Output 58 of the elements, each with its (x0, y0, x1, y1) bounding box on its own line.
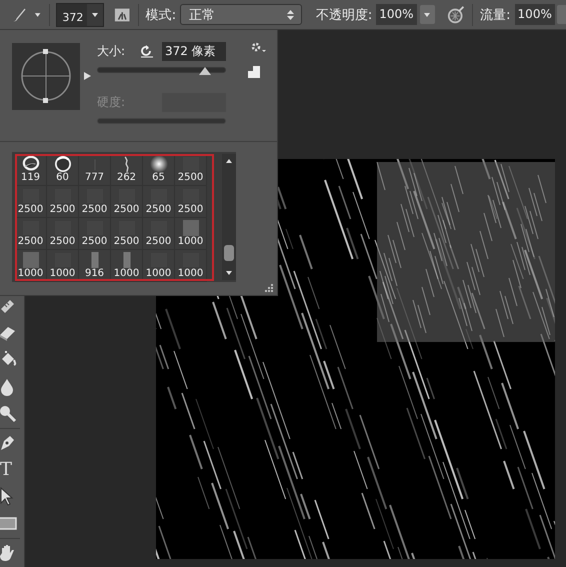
brush-size-value: 1000 (178, 236, 204, 248)
flow-label: 流量: (480, 6, 511, 24)
brush-size-value: 60 (56, 172, 69, 184)
opacity-field[interactable]: 100% (376, 4, 417, 25)
brush-size-value: 1000 (114, 268, 140, 280)
caret-icon[interactable] (423, 12, 432, 18)
resize-grip-icon[interactable] (265, 284, 273, 292)
airbrush-icon[interactable] (447, 4, 466, 24)
brush-size-value: 262 (116, 172, 136, 184)
brush-size-value: 2500 (82, 204, 108, 216)
scroll-up-icon[interactable] (226, 159, 232, 163)
new-preset-icon[interactable] (247, 65, 261, 79)
type-tool-button[interactable]: T (0, 460, 12, 480)
square-brush-thumbnail[interactable] (180, 220, 200, 236)
brush-size-value: 2500 (18, 236, 44, 248)
mode-label: 模式: (146, 6, 176, 24)
flow-field[interactable]: 100% (514, 4, 555, 25)
round-brush-thumbnail[interactable] (20, 156, 40, 172)
brush-size-value: 2500 (146, 236, 172, 248)
bubble-brush-thumbnail[interactable] (52, 156, 72, 172)
brush-size-value: 2500 (50, 236, 76, 248)
brush-size-value: 2500 (178, 172, 204, 184)
scroll-thumb[interactable] (224, 245, 234, 261)
opacity-dropdown-button[interactable] (420, 5, 436, 24)
scroll-down-icon[interactable] (226, 271, 232, 275)
opacity-label: 不透明度: (316, 6, 372, 24)
brush-size-value: 2500 (82, 236, 108, 248)
caret-icon[interactable] (91, 12, 100, 18)
reset-icon[interactable] (140, 44, 154, 58)
brush-size-value: 2500 (178, 204, 204, 216)
brush-size-value: 1000 (178, 268, 204, 280)
size-label: 大小: (97, 42, 126, 60)
brush-size-value: 2500 (114, 204, 140, 216)
size-slider[interactable] (97, 67, 226, 73)
mode-dropdown[interactable]: 正常 (180, 4, 302, 25)
brush-panel-toggle-icon[interactable] (114, 6, 131, 24)
caret-icon[interactable] (34, 12, 42, 18)
magnifier-icon[interactable] (0, 404, 18, 424)
brush-size-value: 1000 (18, 268, 44, 280)
updown-icon (286, 10, 294, 20)
brush-size-value: 65 (152, 172, 165, 184)
hardness-label: 硬度: (97, 94, 126, 110)
texture-brush-thumbnail[interactable] (180, 156, 200, 172)
brush-size-value: 916 (84, 268, 104, 280)
brush-size-value: 2500 (50, 204, 76, 216)
brush-size-value: 119 (20, 172, 40, 184)
brush-size-value: 777 (84, 172, 104, 184)
scrollbar[interactable] (222, 154, 236, 280)
brush-size-value: 1000 (146, 268, 172, 280)
brush-size-value: 2500 (114, 236, 140, 248)
size-field[interactable]: 372 像素 (162, 42, 226, 60)
brush-size-value: 2500 (18, 204, 44, 216)
gear-icon[interactable] (250, 41, 266, 53)
square-brush-thumbnail[interactable] (20, 252, 40, 268)
brush-size-picker[interactable]: 372 (56, 2, 104, 26)
brush-size-value: 2500 (146, 204, 172, 216)
brush-size-value: 1000 (50, 268, 76, 280)
soft-brush-thumbnail[interactable] (148, 156, 168, 172)
